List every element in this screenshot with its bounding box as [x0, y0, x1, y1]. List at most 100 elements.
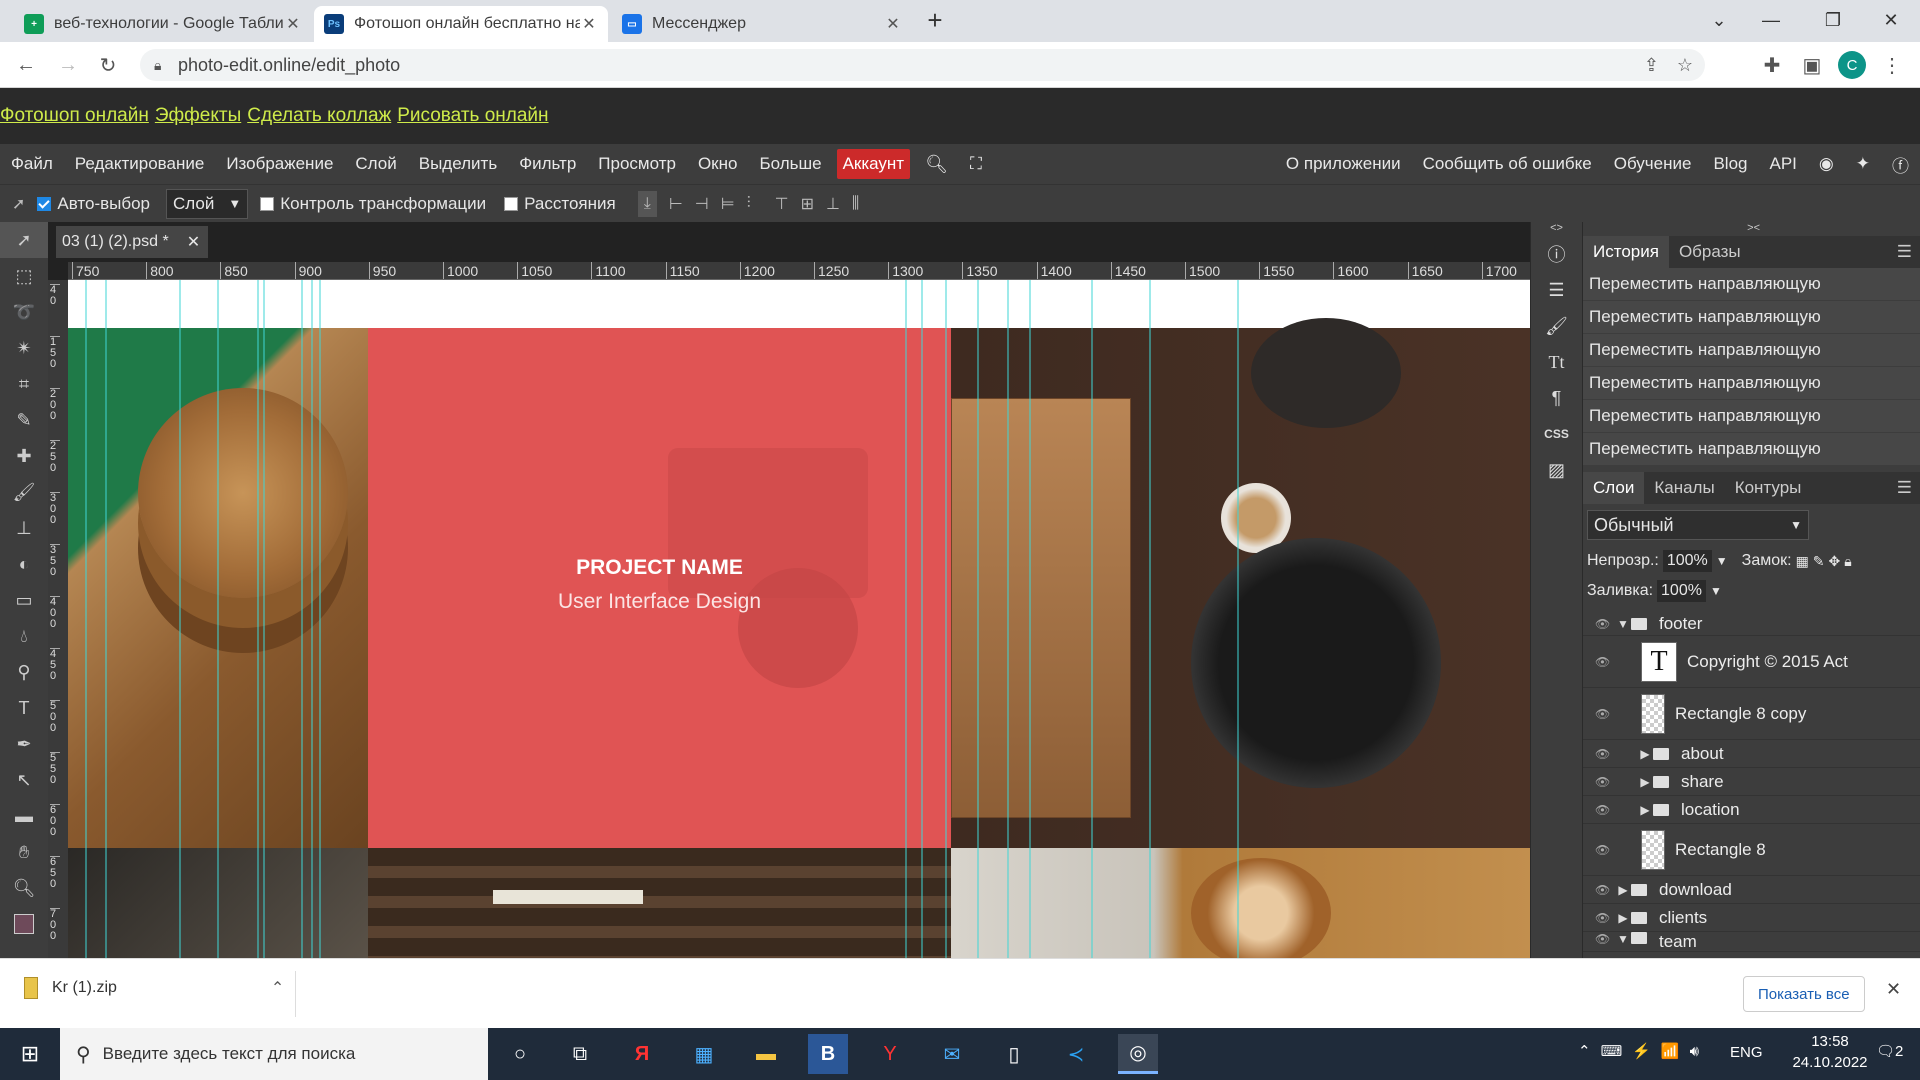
- history-item[interactable]: Переместить направляющую: [1583, 301, 1920, 334]
- notifications-icon[interactable]: 🗨︎2: [1876, 1042, 1903, 1060]
- brush-settings-icon[interactable]: 🖌︎: [1531, 308, 1582, 344]
- language-indicator[interactable]: ENG: [1730, 1044, 1763, 1061]
- brush-tool-icon[interactable]: 🖌︎: [0, 474, 48, 510]
- lasso-tool-icon[interactable]: ➰: [0, 294, 48, 330]
- account-button[interactable]: Аккаунт: [836, 149, 911, 179]
- vscode-icon[interactable]: ≺: [1056, 1034, 1096, 1074]
- layer-row[interactable]: 👁︎ T Copyright © 2015 Act: [1583, 636, 1920, 688]
- minimize-icon[interactable]: —: [1748, 0, 1794, 40]
- close-document-icon[interactable]: ✕: [187, 232, 200, 252]
- twitter-icon[interactable]: ✦: [1845, 154, 1881, 174]
- zoom-tool-icon[interactable]: 🔍︎: [0, 870, 48, 906]
- shape-tool-icon[interactable]: ▬: [0, 798, 48, 834]
- path-select-icon[interactable]: ↖: [0, 762, 48, 798]
- tab-history[interactable]: История: [1583, 236, 1669, 268]
- file-explorer-icon[interactable]: ▬: [746, 1034, 786, 1074]
- dodge-tool-icon[interactable]: ⚲: [0, 654, 48, 690]
- mail-icon[interactable]: ✉: [932, 1034, 972, 1074]
- eye-icon[interactable]: 👁︎: [1595, 932, 1611, 946]
- app-b-icon[interactable]: B: [808, 1034, 848, 1074]
- close-tab-icon[interactable]: ✕: [580, 14, 598, 34]
- tab-layers[interactable]: Слои: [1583, 472, 1645, 504]
- clock-date[interactable]: 24.10.2022: [1780, 1054, 1880, 1071]
- eye-icon[interactable]: 👁︎: [1595, 747, 1611, 761]
- info-icon[interactable]: ⓘ: [1531, 236, 1582, 272]
- browser-tab-photoshop[interactable]: Ps Фотошоп онлайн бесплатно на ✕: [314, 6, 608, 42]
- lock-icons[interactable]: ▦✎✥🔒︎: [1796, 553, 1856, 570]
- cortana-icon[interactable]: ○: [500, 1034, 540, 1074]
- extensions-icon[interactable]: ✚: [1758, 51, 1786, 79]
- pen-tool-icon[interactable]: ✒: [0, 726, 48, 762]
- align-bottom-icon[interactable]: ⊥: [826, 194, 840, 214]
- show-all-button[interactable]: Показать все: [1743, 976, 1865, 1012]
- menu-api[interactable]: API: [1759, 154, 1808, 174]
- notepad-icon[interactable]: ▯: [994, 1034, 1034, 1074]
- back-icon[interactable]: ←: [12, 51, 40, 79]
- menu-layer[interactable]: Слой: [344, 154, 407, 174]
- collapse-triangle-icon[interactable]: ▶: [1615, 883, 1631, 897]
- layer-row[interactable]: 👁︎ ▼ team: [1583, 932, 1920, 952]
- opacity-input[interactable]: 100%: [1662, 550, 1712, 572]
- hand-tool-icon[interactable]: ✋︎: [0, 834, 48, 870]
- history-item[interactable]: Переместить направляющую: [1583, 268, 1920, 301]
- transform-checkbox[interactable]: Контроль трансформации: [260, 194, 486, 214]
- layer-row[interactable]: 👁︎ ▶ download: [1583, 876, 1920, 904]
- layer-row[interactable]: 👁︎ ▶ location: [1583, 796, 1920, 824]
- layer-row[interactable]: 👁︎ Rectangle 8 copy: [1583, 688, 1920, 740]
- browser-tab-messenger[interactable]: ▭ Мессенджер ✕: [612, 6, 912, 42]
- facebook-icon[interactable]: ⓕ: [1881, 152, 1920, 177]
- yandex-browser-icon[interactable]: Я: [622, 1034, 662, 1074]
- menu-view[interactable]: Просмотр: [587, 154, 687, 174]
- eye-icon[interactable]: 👁︎: [1595, 617, 1611, 631]
- expand-triangle-icon[interactable]: ▼: [1615, 617, 1631, 631]
- crop-tool-icon[interactable]: ⌗: [0, 366, 48, 402]
- link-effects[interactable]: Эффекты: [155, 105, 241, 127]
- link-collage[interactable]: Сделать коллаж: [247, 105, 391, 127]
- download-icon[interactable]: ⤓: [637, 190, 657, 217]
- distribute-h-icon[interactable]: ⫼: [852, 195, 859, 213]
- windows-start-icon[interactable]: ⊞: [10, 1034, 50, 1074]
- panel-menu-icon[interactable]: ☰: [1897, 478, 1920, 498]
- history-item[interactable]: Переместить направляющую: [1583, 400, 1920, 433]
- menu-window[interactable]: Окно: [687, 154, 749, 174]
- close-tab-icon[interactable]: ✕: [884, 14, 902, 34]
- collapse-arrows-icon[interactable]: <>: [1531, 222, 1582, 236]
- store-icon[interactable]: ▦: [684, 1034, 724, 1074]
- layer-row[interactable]: 👁︎ ▶ about: [1583, 740, 1920, 768]
- browser-tab-sheets[interactable]: + веб-технологии - Google Табли ✕: [14, 6, 312, 42]
- canvas[interactable]: PROJECT NAME User Interface Design: [68, 280, 1530, 958]
- history-item[interactable]: Переместить направляющую: [1583, 334, 1920, 367]
- eye-icon[interactable]: 👁︎: [1595, 843, 1611, 857]
- yandex-icon[interactable]: Y: [870, 1034, 910, 1074]
- collapse-triangle-icon[interactable]: ▶: [1637, 747, 1653, 761]
- magic-wand-icon[interactable]: ✴: [0, 330, 48, 366]
- eyedropper-icon[interactable]: ✎: [0, 402, 48, 438]
- gradient-tool-icon[interactable]: ▭: [0, 582, 48, 618]
- eye-icon[interactable]: 👁︎: [1595, 803, 1611, 817]
- layer-row[interactable]: 👁︎ ▶ share: [1583, 768, 1920, 796]
- expand-triangle-icon[interactable]: ▼: [1615, 932, 1631, 946]
- taskbar-search-box[interactable]: ⚲ Введите здесь текст для поиска: [60, 1028, 488, 1080]
- menu-edit[interactable]: Редактирование: [64, 154, 216, 174]
- eye-icon[interactable]: 👁︎: [1595, 911, 1611, 925]
- link-photoshop-online[interactable]: Фотошоп онлайн: [0, 105, 149, 127]
- history-item[interactable]: Переместить направляющую: [1583, 367, 1920, 400]
- menu-select[interactable]: Выделить: [408, 154, 508, 174]
- eye-icon[interactable]: 👁︎: [1595, 707, 1611, 721]
- tab-paths[interactable]: Контуры: [1725, 472, 1812, 504]
- healing-brush-icon[interactable]: ✚: [0, 438, 48, 474]
- paragraph-icon[interactable]: ¶: [1531, 380, 1582, 416]
- search-icon[interactable]: 🔍︎: [914, 154, 959, 175]
- expand-arrows-icon[interactable]: ><: [1583, 222, 1920, 236]
- new-tab-button[interactable]: +: [912, 0, 958, 40]
- properties-icon[interactable]: ☰: [1531, 272, 1582, 308]
- autoselect-check[interactable]: [37, 196, 52, 211]
- move-tool-icon[interactable]: ➚: [0, 222, 48, 258]
- align-middle-icon[interactable]: ⊞: [801, 194, 814, 214]
- link-draw-online[interactable]: Рисовать онлайн: [397, 105, 548, 127]
- css-icon[interactable]: CSS: [1531, 416, 1582, 452]
- marquee-tool-icon[interactable]: ⬚: [0, 258, 48, 294]
- image-icon[interactable]: ▨: [1531, 452, 1582, 488]
- share-icon[interactable]: ⇪: [1644, 55, 1659, 76]
- menu-image[interactable]: Изображение: [215, 154, 344, 174]
